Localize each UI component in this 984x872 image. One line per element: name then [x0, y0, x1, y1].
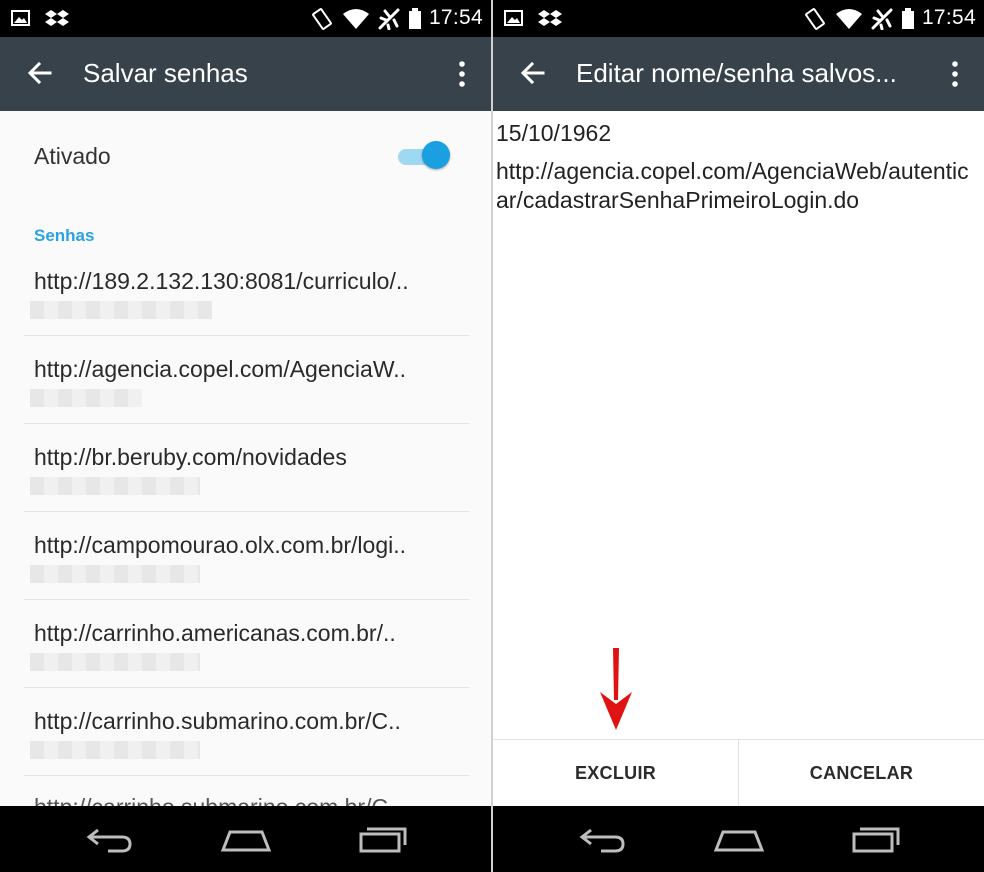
password-site-url: http://campomourao.olx.com.br/logi.. — [34, 532, 406, 558]
blurred-username — [30, 477, 200, 495]
nav-recents-icon[interactable] — [851, 824, 903, 854]
nav-home-icon[interactable] — [713, 824, 765, 854]
more-options-icon[interactable] — [950, 60, 960, 88]
cancel-button[interactable]: CANCELAR — [739, 740, 984, 807]
blurred-username — [30, 565, 200, 583]
wifi-icon — [343, 9, 369, 29]
left-screen: 17:54 Salvar senhas Ativado Senhas http:… — [0, 0, 491, 872]
app-bar: Editar nome/senha salvos... — [493, 37, 984, 111]
airplane-icon — [871, 8, 893, 30]
password-site-url: http://agencia.copel.com/AgenciaW.. — [34, 356, 407, 382]
app-bar: Salvar senhas — [0, 37, 491, 111]
back-arrow-icon[interactable] — [519, 59, 547, 87]
password-site-url: http://br.beruby.com/novidades — [34, 444, 347, 470]
password-list-item[interactable]: http://carrinho.americanas.com.br/.. — [0, 600, 491, 688]
password-list-item[interactable]: http://carrinho.submarino.com.br/C.. — [0, 688, 491, 776]
password-site-url: http://carrinho.submarino.com.br/C.. — [34, 708, 401, 734]
dropbox-icon — [45, 10, 69, 26]
status-bar: 17:54 — [0, 0, 491, 37]
back-arrow-icon[interactable] — [26, 59, 54, 87]
battery-icon — [409, 8, 421, 29]
blurred-username — [30, 653, 200, 671]
page-title: Editar nome/senha salvos... — [576, 58, 897, 88]
nav-back-icon[interactable] — [86, 824, 134, 854]
rotate-icon — [805, 8, 825, 30]
blurred-username — [30, 741, 200, 759]
nav-recents-icon[interactable] — [358, 824, 410, 854]
status-bar: 17:54 — [493, 0, 984, 37]
navigation-bar — [493, 806, 984, 872]
rotate-icon — [312, 8, 332, 30]
image-icon — [11, 10, 30, 26]
right-screen: 17:54 Editar nome/senha salvos... 15/10/… — [493, 0, 984, 872]
wifi-icon — [836, 9, 862, 29]
password-list-item[interactable]: http://br.beruby.com/novidades — [0, 424, 491, 512]
delete-button[interactable]: EXCLUIR — [493, 740, 738, 807]
annotation-arrow-down-icon — [600, 648, 632, 730]
airplane-icon — [378, 8, 400, 30]
enabled-toggle-switch[interactable] — [398, 140, 452, 170]
image-icon — [504, 10, 523, 26]
nav-back-icon[interactable] — [579, 824, 627, 854]
passwords-section-header: Senhas — [34, 226, 95, 245]
blurred-username — [30, 301, 212, 319]
page-title: Salvar senhas — [83, 58, 248, 88]
navigation-bar — [0, 806, 491, 872]
battery-icon — [902, 8, 914, 29]
status-time: 17:54 — [428, 6, 483, 29]
status-time: 17:54 — [921, 6, 976, 29]
password-site-url: http://carrinho.americanas.com.br/.. — [34, 620, 396, 646]
more-options-icon[interactable] — [457, 60, 467, 88]
password-list-item[interactable]: http://189.2.132.130:8081/curriculo/.. — [0, 248, 491, 336]
password-list-item[interactable]: http://agencia.copel.com/AgenciaW.. — [0, 336, 491, 424]
dialog-button-bar: EXCLUIR CANCELAR — [493, 739, 984, 807]
nav-home-icon[interactable] — [220, 824, 272, 854]
saved-username: 15/10/1962 — [496, 120, 612, 146]
password-list-item[interactable]: http://campomourao.olx.com.br/logi.. — [0, 512, 491, 600]
saved-passwords-list: http://189.2.132.130:8081/curriculo/.. h… — [0, 248, 491, 864]
switch-thumb — [422, 141, 450, 169]
dropbox-icon — [538, 10, 562, 26]
blurred-username — [30, 389, 142, 407]
enabled-label: Ativado — [34, 143, 111, 169]
saved-site-url: http://agencia.copel.com/AgenciaWeb/aute… — [496, 158, 969, 213]
password-site-url: http://189.2.132.130:8081/curriculo/.. — [34, 268, 409, 294]
